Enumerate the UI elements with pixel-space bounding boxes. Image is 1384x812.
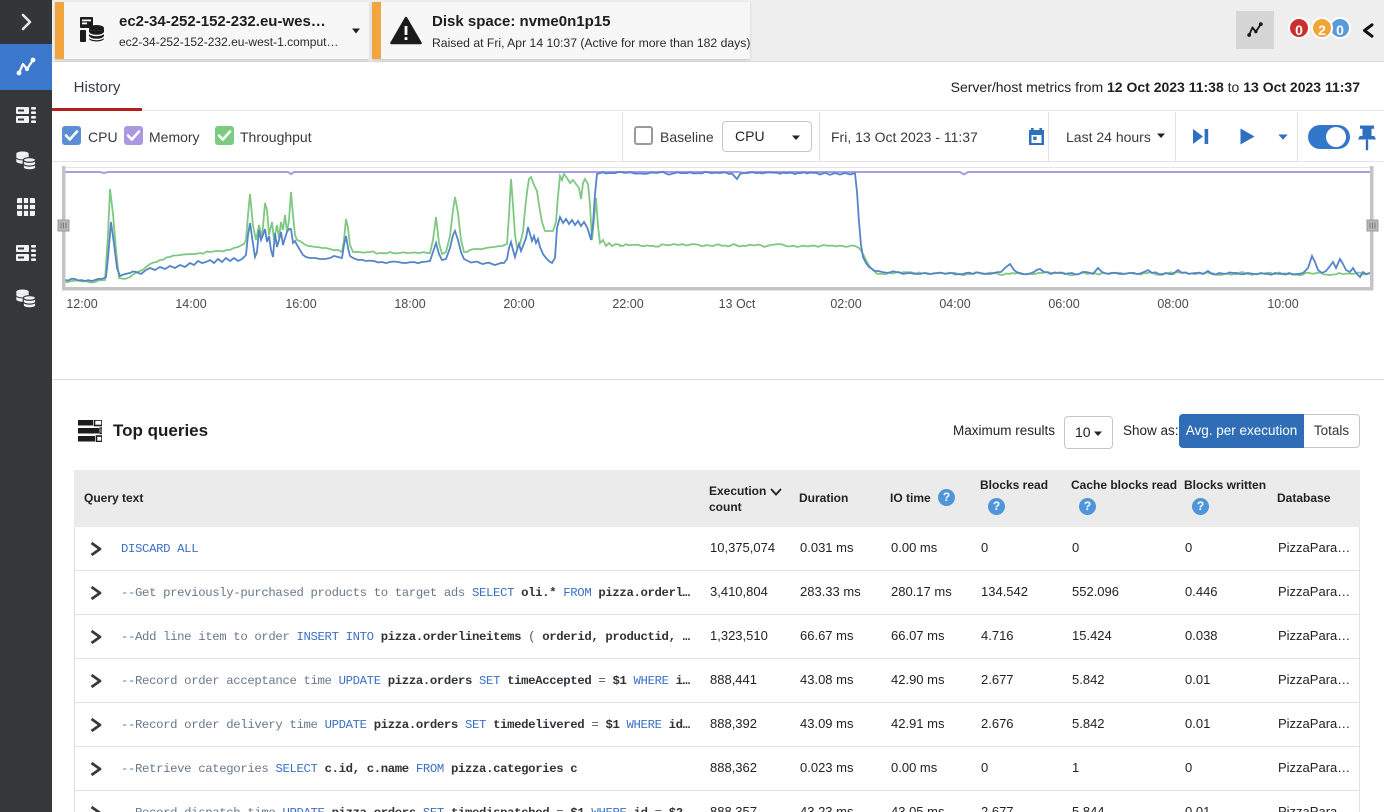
- svg-text:06:00: 06:00: [1048, 297, 1079, 311]
- svg-text:22:00: 22:00: [612, 297, 643, 311]
- svg-text:16:00: 16:00: [285, 297, 316, 311]
- svg-text:14:00: 14:00: [175, 297, 206, 311]
- svg-text:04:00: 04:00: [939, 297, 970, 311]
- svg-text:20:00: 20:00: [503, 297, 534, 311]
- svg-text:18:00: 18:00: [394, 297, 425, 311]
- svg-text:02:00: 02:00: [830, 297, 861, 311]
- svg-text:08:00: 08:00: [1157, 297, 1188, 311]
- svg-text:13 Oct: 13 Oct: [719, 297, 756, 311]
- svg-text:12:00: 12:00: [66, 297, 97, 311]
- svg-text:10:00: 10:00: [1267, 297, 1298, 311]
